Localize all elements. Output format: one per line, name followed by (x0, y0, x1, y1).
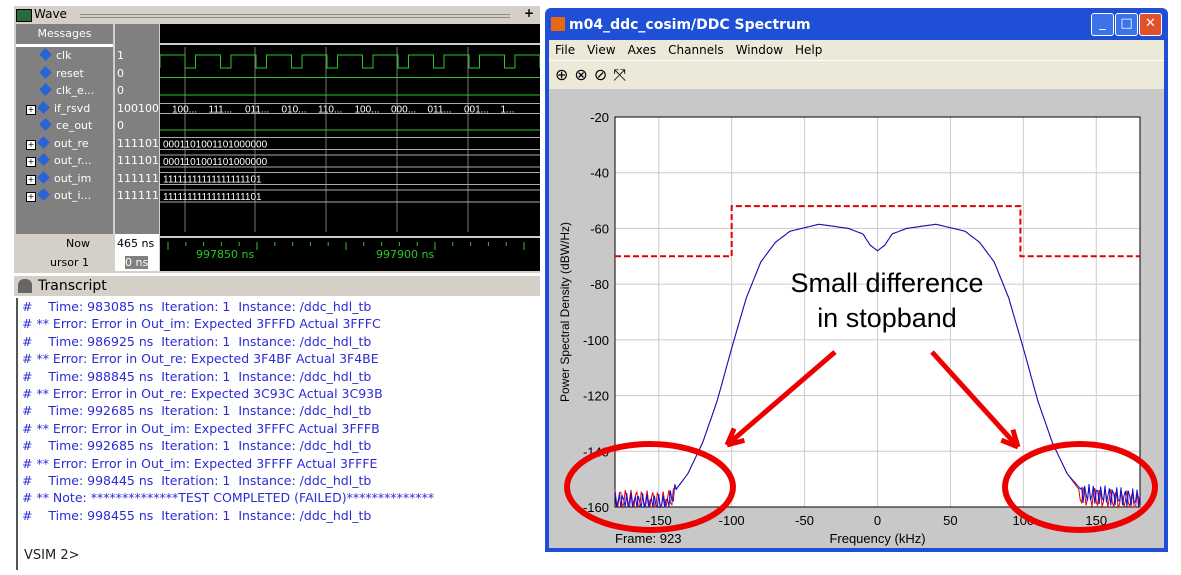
y-tick-label: -120 (583, 389, 609, 404)
y-tick-label: -100 (583, 333, 609, 348)
y-tick-label: -60 (590, 221, 609, 236)
y-tick-label: -20 (590, 110, 609, 125)
annotation-text: in stopband (817, 303, 957, 333)
x-tick-label: 0 (874, 513, 881, 528)
annotation-text: Small difference (790, 268, 983, 298)
x-tick-label: 50 (943, 513, 957, 528)
y-axis-label: Power Spectral Density (dBW/Hz) (558, 222, 572, 402)
spectrum-chart: -150 -100 -50 0 50 100 150-20-40-60-80-100-120… (558, 110, 1158, 546)
x-axis-label: Frequency (kHz) (829, 531, 925, 546)
x-tick-label: -50 (795, 513, 814, 528)
y-tick-label: -80 (590, 277, 609, 292)
frame-label: Frame: 923 (615, 531, 681, 546)
x-tick-label: -100 (719, 513, 745, 528)
x-tick-label: -150 (646, 513, 672, 528)
y-tick-label: -40 (590, 166, 609, 181)
